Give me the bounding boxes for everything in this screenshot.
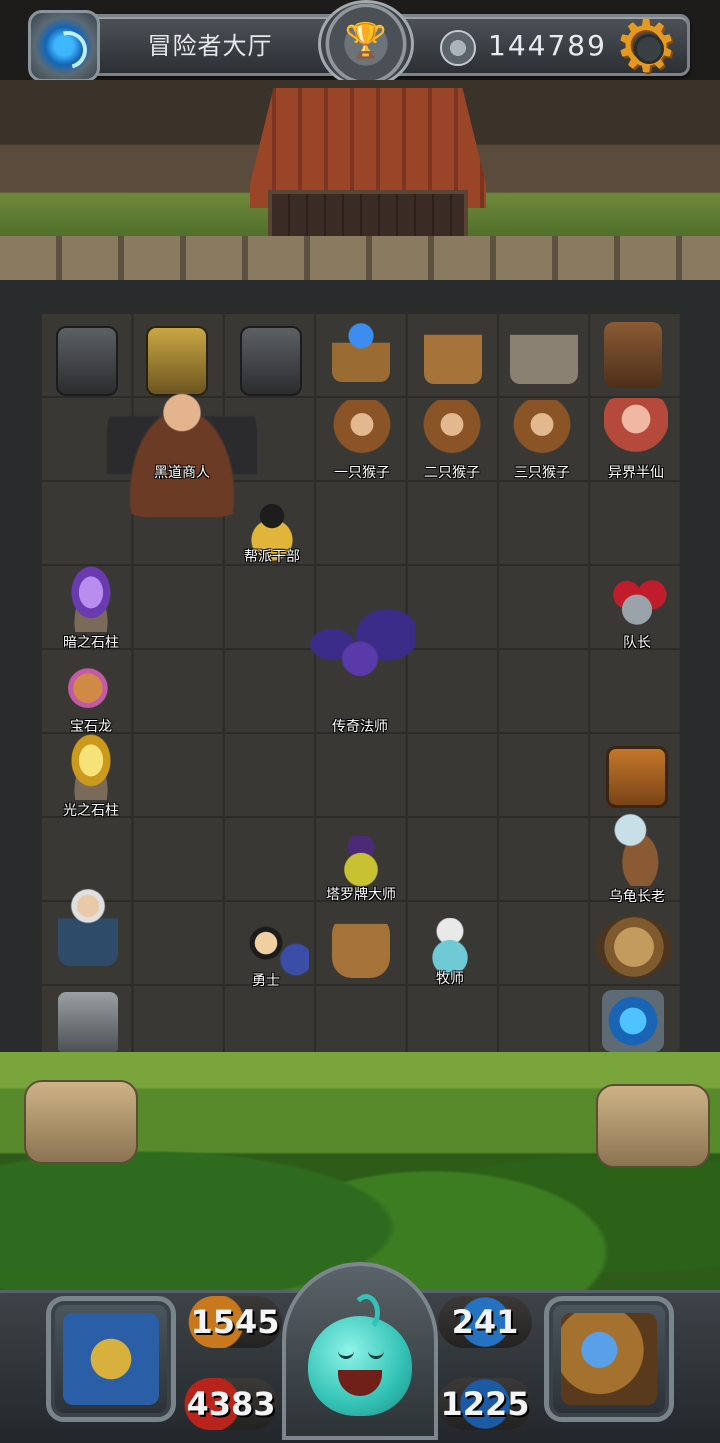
npc-label: 黑道商人 bbox=[154, 465, 210, 481]
npc-monkey-three[interactable]: 三只猴子 bbox=[500, 400, 584, 482]
npc-label: 宝石龙 bbox=[70, 719, 112, 735]
old-tv-icon[interactable] bbox=[606, 746, 668, 808]
exit-portal-icon[interactable] bbox=[602, 990, 664, 1052]
npc-captain[interactable]: 队长 bbox=[582, 580, 692, 660]
npc-monkey-one[interactable]: 一只猴子 bbox=[320, 400, 404, 482]
npc-label: 帮派干部 bbox=[244, 549, 300, 565]
trophy-button[interactable]: 🏆 bbox=[318, 0, 414, 88]
hall-title: 冒险者大厅 bbox=[147, 32, 273, 60]
trash-can-icon[interactable] bbox=[58, 992, 118, 1052]
cyber-ninja-icon[interactable] bbox=[52, 886, 124, 972]
npc-label: 乌龟长老 bbox=[609, 889, 665, 905]
crystal-ball-table-icon[interactable] bbox=[332, 316, 390, 382]
npc-legendary-mage[interactable]: 传奇法师 bbox=[300, 606, 420, 738]
npc-light-stone-pillar[interactable]: 光之石柱 bbox=[46, 734, 136, 820]
npc-label: 三只猴子 bbox=[514, 465, 570, 481]
spellbook-icon bbox=[561, 1313, 657, 1405]
npc-gang-officer[interactable]: 帮派干部 bbox=[222, 504, 322, 574]
stone-ledge bbox=[0, 236, 720, 280]
defense-stat: 1225 bbox=[438, 1378, 532, 1430]
npc-dark-stone-pillar[interactable]: 暗之石柱 bbox=[46, 566, 136, 651]
npc-label: 队长 bbox=[623, 635, 651, 651]
round-seal-tile-icon[interactable] bbox=[596, 916, 672, 978]
top-bar: 冒险者大厅 🏆 144789 ⚙ bbox=[0, 0, 720, 88]
rock-right bbox=[596, 1084, 710, 1168]
npc-gem-dragon[interactable]: 宝石龙 bbox=[46, 654, 136, 736]
settings-button[interactable]: ⚙ bbox=[610, 10, 682, 82]
slime-avatar-icon[interactable] bbox=[308, 1294, 412, 1416]
spellbook-button[interactable] bbox=[544, 1296, 674, 1422]
potion-table-icon[interactable] bbox=[424, 318, 482, 384]
npc-label: 一只猴子 bbox=[334, 465, 390, 481]
mp-stat: 241 bbox=[438, 1296, 532, 1348]
spartan-helmet-coin-icon bbox=[440, 30, 476, 66]
npc-label: 塔罗牌大师 bbox=[326, 887, 396, 903]
skeleton-table-icon[interactable] bbox=[510, 318, 578, 384]
npc-otherworld-sage[interactable]: 异界半仙 bbox=[594, 398, 678, 482]
npc-label: 勇士 bbox=[252, 973, 280, 989]
npc-monkey-two[interactable]: 二只猴子 bbox=[410, 400, 494, 482]
npc-warrior[interactable]: 勇士 bbox=[214, 920, 318, 992]
portal-button[interactable] bbox=[28, 10, 100, 82]
npc-label: 牧师 bbox=[436, 971, 464, 987]
weapon-rack-icon[interactable] bbox=[604, 322, 662, 388]
equipment-button[interactable] bbox=[46, 1296, 176, 1422]
hp-stat: 4383 bbox=[184, 1378, 278, 1430]
trophy-icon: 🏆 bbox=[344, 21, 388, 61]
npc-label: 暗之石柱 bbox=[63, 635, 119, 651]
npc-turtle-elder[interactable]: 乌龟长老 bbox=[592, 806, 682, 906]
npc-label: 二只猴子 bbox=[424, 465, 480, 481]
npc-label: 传奇法师 bbox=[332, 719, 388, 735]
armor-equipment-icon bbox=[63, 1313, 159, 1405]
rock-left bbox=[24, 1080, 138, 1164]
card-table-icon[interactable] bbox=[332, 914, 390, 978]
npc-tarot-master[interactable]: 塔罗牌大师 bbox=[316, 836, 406, 906]
npc-label: 光之石柱 bbox=[63, 803, 119, 819]
attack-stat: 1545 bbox=[188, 1296, 282, 1348]
gear-icon: ⚙ bbox=[613, 4, 679, 88]
npc-label: 异界半仙 bbox=[608, 465, 664, 481]
npc-priest[interactable]: 牧师 bbox=[402, 918, 498, 992]
npc-black-market-merchant[interactable]: 黑道商人 bbox=[104, 372, 260, 522]
